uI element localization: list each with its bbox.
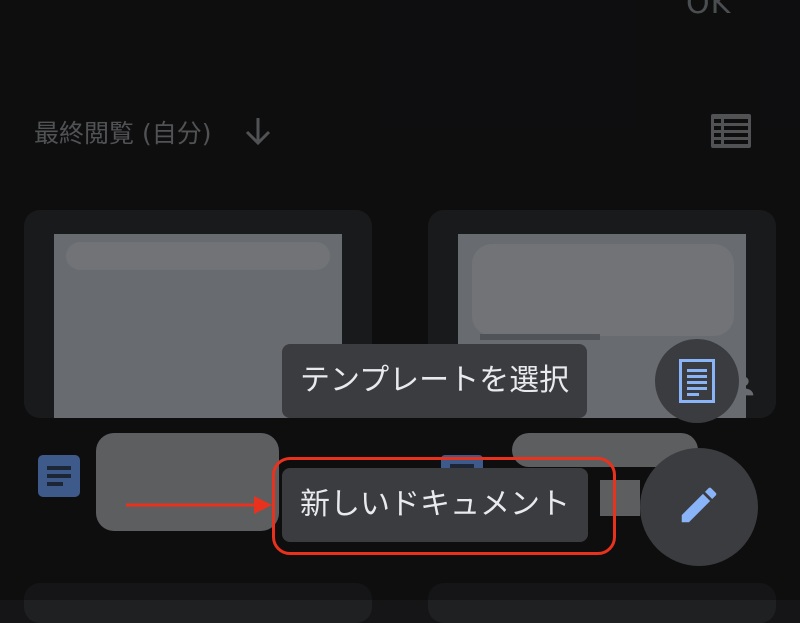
document-template-icon (679, 359, 715, 403)
choose-template-button[interactable] (655, 339, 739, 423)
choose-template-label[interactable]: テンプレートを選択 (282, 344, 588, 418)
annotation-highlight-box (272, 457, 616, 555)
annotation-arrow-icon (126, 496, 272, 514)
pencil-icon (681, 487, 717, 523)
new-document-button[interactable] (640, 448, 758, 566)
docs-document-icon (38, 455, 80, 497)
